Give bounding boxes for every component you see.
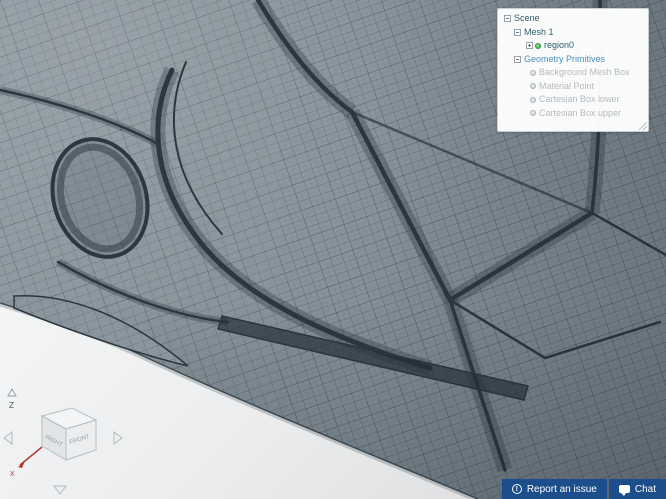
chat-label: Chat [634, 483, 656, 495]
panel-resize-handle[interactable] [639, 122, 647, 130]
tree-item-cartesian-box-lower[interactable]: Cartesian Box lower [498, 93, 648, 107]
tree-item-label: Cartesian Box upper [539, 107, 622, 118]
tree-item-cartesian-box-upper[interactable]: Cartesian Box upper [498, 107, 648, 121]
nav-arrow-down-icon[interactable] [53, 485, 67, 495]
tree-item-scene[interactable]: Scene [498, 12, 648, 26]
visibility-orb-icon[interactable] [535, 42, 541, 49]
tree-item-label: Cartesian Box lower [539, 94, 620, 104]
application-window: Z RIGHT FRONT X Scene Mesh 1 region0 Geo… [0, 0, 666, 499]
footer-bar: ! Report an issue Chat [501, 479, 666, 499]
visibility-orb-icon[interactable] [530, 110, 536, 117]
tree-item-region0[interactable]: region0 [498, 39, 648, 53]
tree-item-mesh-1[interactable]: Mesh 1 [498, 26, 648, 40]
visibility-orb-icon[interactable] [530, 96, 536, 103]
navigation-cube[interactable]: Z RIGHT FRONT X [2, 386, 132, 496]
nav-arrow-right-icon[interactable] [113, 431, 123, 445]
report-issue-icon: ! [511, 484, 522, 494]
axis-z-label: Z [9, 401, 14, 410]
tree-item-label: region0 [544, 40, 575, 50]
chat-button[interactable]: Chat [608, 479, 666, 499]
report-issue-label: Report an issue [526, 483, 597, 495]
tree-item-label: Mesh 1 [524, 26, 554, 37]
nav-arrow-up-icon[interactable] [7, 387, 17, 397]
collapse-icon[interactable] [514, 55, 521, 63]
tree-item-background-mesh-box[interactable]: Background Mesh Box [498, 66, 648, 80]
orientation-cube[interactable]: RIGHT FRONT [40, 407, 98, 461]
collapse-icon[interactable] [504, 15, 511, 23]
tree-item-label: Geometry Primitives [524, 53, 606, 64]
axis-x-label: X [10, 471, 15, 478]
tree-item-geometry-primitives[interactable]: Geometry Primitives [498, 53, 648, 67]
visibility-orb-icon[interactable] [530, 69, 536, 76]
scene-tree-panel: Scene Mesh 1 region0 Geometry Primitives… [497, 8, 649, 132]
axis-x: X [10, 446, 43, 478]
tree-item-label: Scene [514, 13, 540, 23]
expand-icon[interactable] [526, 42, 533, 50]
tree-item-material-point[interactable]: Material Point [498, 80, 648, 94]
collapse-icon[interactable] [514, 28, 521, 36]
nav-arrow-left-icon[interactable] [3, 431, 13, 445]
report-issue-button[interactable]: ! Report an issue [501, 479, 607, 499]
chat-bubble-icon [618, 485, 630, 496]
tree-item-label: Material Point [539, 80, 595, 91]
tree-item-label: Background Mesh Box [539, 67, 630, 77]
visibility-orb-icon[interactable] [530, 83, 536, 90]
